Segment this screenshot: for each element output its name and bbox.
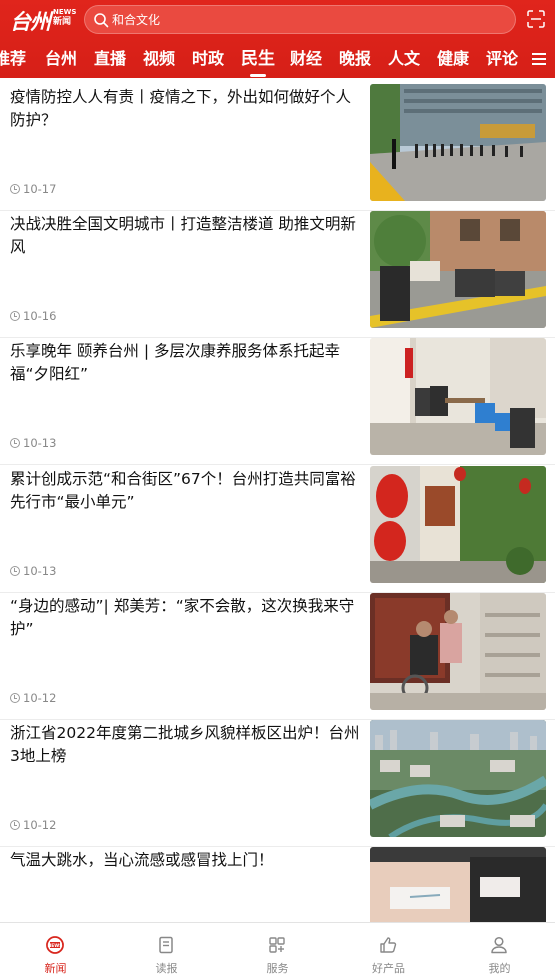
tab-taizhou[interactable]: 台州 [45,48,77,70]
newspaper-icon [159,936,173,954]
article-title: 累计创成示范“和合街区”67个！台州打造共同富裕先行市“最小单元” [10,470,356,511]
article-thumbnail [370,338,546,455]
article-item[interactable]: 气温大跳水，当心流感或感冒找上门！ [0,847,555,922]
clock-icon [10,438,20,448]
app-logo[interactable]: 台州 NEWS 新闻 [10,6,77,34]
clock-icon [10,566,20,576]
article-thumbnail [370,84,546,201]
article-title: “身边的感动”| 郑美芳：“家不会散，这次换我来守护” [10,597,355,638]
clock-icon [10,311,20,321]
article-date: 10-12 [10,818,56,832]
article-date: 10-17 [10,182,56,196]
search-icon [94,13,109,28]
article-title: 乐享晚年 颐养台州 | 多层次康养服务体系托起幸福“夕阳红” [10,342,341,383]
search-placeholder: 和合文化 [112,13,161,27]
bottom-navigation: NEWS 新闻 读报 服务 好产品 我的 [0,922,555,977]
scan-icon[interactable] [527,10,545,28]
article-thumbnail [370,466,546,583]
grid-icon [269,937,285,953]
article-thumbnail [370,211,546,328]
clock-icon [10,820,20,830]
tab-live[interactable]: 直播 [94,48,126,70]
article-title: 气温大跳水，当心流感或感冒找上门！ [10,851,274,869]
article-item[interactable]: “身边的感动”| 郑美芳：“家不会散，这次换我来守护” 10-12 [0,593,555,720]
article-item[interactable]: 浙江省2022年度第二批城乡风貌样板区出炉！台州3地上榜 10-12 [0,720,555,847]
news-icon: NEWS [46,936,64,954]
nav-label: 好产品 [372,962,405,975]
article-date-text: 10-16 [23,309,57,323]
tab-evening-paper[interactable]: 晚报 [339,48,371,70]
logo-news-en: NEWS [53,8,77,16]
nav-label: 读报 [155,962,178,975]
nav-profile[interactable]: 我的 [444,923,555,978]
logo-news-cn: 新闻 [53,17,72,27]
article-item[interactable]: 决战决胜全国文明城市丨打造整洁楼道 助推文明新风 10-16 [0,211,555,338]
tab-politics[interactable]: 时政 [192,48,224,70]
article-title: 浙江省2022年度第二批城乡风貌样板区出炉！台州3地上榜 [10,724,360,765]
clock-icon [10,693,20,703]
tab-comment[interactable]: 评论 [486,48,518,70]
tab-recommend[interactable]: 推荐 [0,48,26,70]
svg-text:NEWS: NEWS [47,943,62,949]
article-date-text: 10-13 [23,564,57,578]
logo-text: 台州 [10,9,51,34]
article-date: 10-13 [10,564,56,578]
article-date-text: 10-12 [23,818,57,832]
app-header: 台州 NEWS 新闻 和合文化 推荐 台州 直播 视频 时政 民生 财经 晚报 … [0,0,555,78]
user-icon [491,936,507,954]
article-date: 10-13 [10,436,56,450]
article-item[interactable]: 乐享晚年 颐养台州 | 多层次康养服务体系托起幸福“夕阳红” 10-13 [0,338,555,465]
nav-news[interactable]: NEWS 新闻 [0,923,111,978]
article-item[interactable]: 累计创成示范“和合街区”67个！台州打造共同富裕先行市“最小单元” 10-13 [0,466,555,593]
article-title: 决战决胜全国文明城市丨打造整洁楼道 助推文明新风 [10,215,356,256]
tab-video[interactable]: 视频 [143,48,175,70]
thumbs-up-icon [380,937,397,953]
active-tab-indicator [250,74,266,77]
nav-service[interactable]: 服务 [222,923,333,978]
channel-tabs: 推荐 台州 直播 视频 时政 民生 财经 晚报 人文 健康 评论 [0,42,530,78]
clock-icon [10,184,20,194]
nav-label: 新闻 [44,962,67,975]
tab-culture[interactable]: 人文 [388,48,420,70]
article-thumbnail [370,847,546,922]
article-date-text: 10-17 [23,182,57,196]
tab-health[interactable]: 健康 [437,48,469,70]
article-title: 疫情防控人人有责丨疫情之下，外出如何做好个人防护？ [10,88,352,129]
article-date: 10-12 [10,691,56,705]
nav-label: 我的 [488,962,511,975]
article-thumbnail [370,720,546,837]
tab-finance[interactable]: 财经 [290,48,322,70]
nav-good-products[interactable]: 好产品 [333,923,444,978]
article-thumbnail [370,593,546,710]
article-date: 10-16 [10,309,56,323]
menu-icon[interactable] [532,52,546,66]
nav-label: 服务 [266,962,289,975]
nav-newspaper[interactable]: 读报 [111,923,222,978]
article-date-text: 10-12 [23,691,57,705]
article-date-text: 10-13 [23,436,57,450]
article-item[interactable]: 疫情防控人人有责丨疫情之下，外出如何做好个人防护？ 10-17 [0,84,555,211]
tab-livelihood[interactable]: 民生 [241,48,275,70]
search-bar[interactable]: 和合文化 [84,5,516,34]
